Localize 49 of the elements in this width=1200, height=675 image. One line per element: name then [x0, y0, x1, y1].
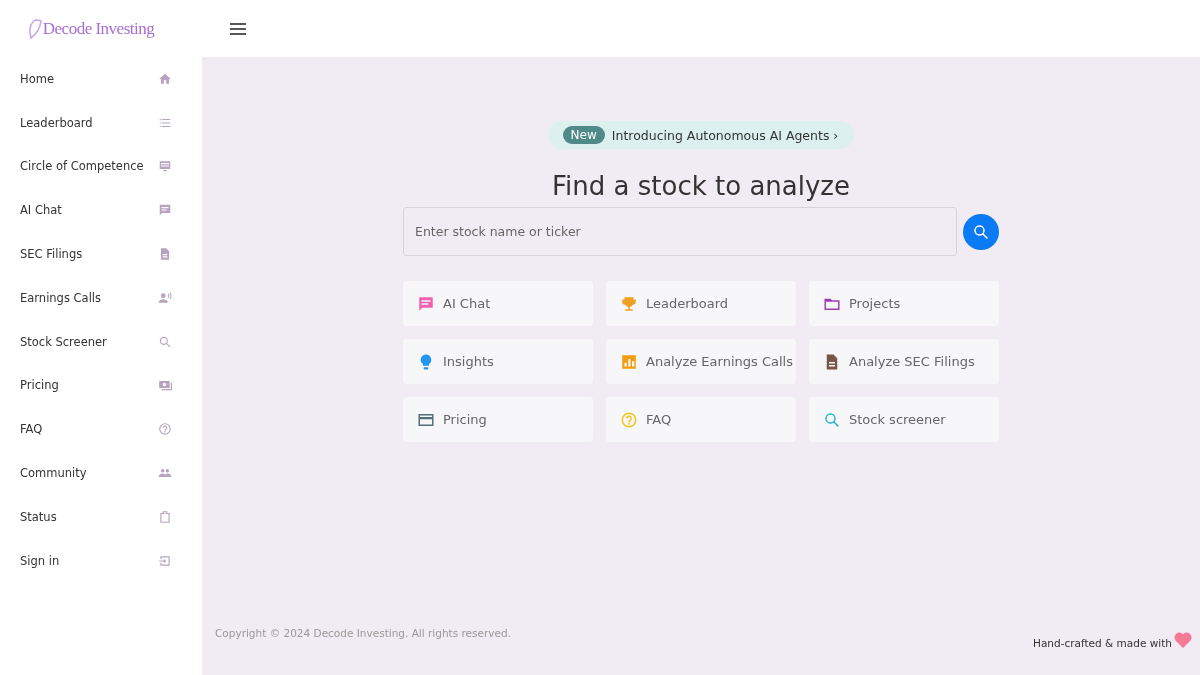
clipboard-icon	[158, 509, 172, 524]
page-heading: Find a stock to analyze	[552, 171, 850, 201]
sidebar-item[interactable]: Community	[20, 451, 172, 495]
shortcut-card[interactable]: FAQ	[606, 397, 796, 442]
new-badge: New	[562, 126, 605, 144]
chart-icon	[620, 352, 638, 371]
search-icon	[972, 222, 990, 241]
shortcut-card[interactable]: Leaderboard	[606, 281, 796, 326]
shortcut-card[interactable]: AI Chat	[403, 281, 593, 326]
speaking-person-icon	[158, 290, 172, 305]
menu-icon	[230, 22, 246, 35]
sidebar-item[interactable]: Stock Screener	[20, 319, 172, 364]
shortcut-card[interactable]: Stock screener	[809, 397, 999, 442]
heart-icon	[1174, 632, 1192, 648]
sidebar-item[interactable]: Pricing	[20, 363, 172, 408]
question-icon	[158, 422, 172, 437]
menu-button[interactable]	[228, 20, 248, 37]
logo-icon	[27, 18, 42, 39]
message-icon	[158, 159, 172, 174]
document-icon	[158, 247, 172, 262]
shortcut-card[interactable]: Pricing	[403, 397, 593, 442]
shortcut-card[interactable]: Analyze SEC Filings	[809, 339, 999, 384]
search-icon	[823, 410, 841, 429]
copyright-text: Copyright © 2024 Decode Investing. All rights reserved.	[215, 627, 511, 639]
announcement-text: Introducing Autonomous AI Agents ›	[611, 127, 839, 143]
sidebar-item[interactable]: Status	[20, 494, 172, 539]
search-icon	[158, 334, 172, 349]
stock-search-field[interactable]: Enter stock name or ticker	[403, 207, 957, 256]
sidebar-item[interactable]: AI Chat	[20, 188, 172, 233]
sidebar-item[interactable]: FAQ	[20, 407, 172, 452]
sign-in-icon	[158, 553, 172, 568]
home-icon	[158, 71, 172, 86]
money-icon	[158, 378, 172, 393]
sidebar-item[interactable]: Circle of Competence	[20, 144, 172, 189]
trophy-icon	[620, 294, 638, 313]
shortcut-card[interactable]: Analyze Earnings Calls	[606, 339, 796, 384]
sidebar-item[interactable]: Sign in	[20, 538, 172, 583]
shortcut-card[interactable]: Projects	[809, 281, 999, 326]
credit-text: Hand-crafted & made with	[1033, 637, 1172, 649]
search-button[interactable]	[963, 213, 999, 250]
announcement-link[interactable]: New Introducing Autonomous AI Agents ›	[547, 121, 855, 149]
brand-name: Decode Investing	[42, 18, 155, 39]
sidebar-item[interactable]: Home	[20, 57, 172, 101]
chat-icon	[417, 294, 435, 313]
sidebar-item[interactable]: Leaderboard	[20, 100, 172, 145]
question-icon	[620, 410, 638, 429]
sidebar-item[interactable]: Earnings Calls	[20, 276, 172, 320]
shortcut-card[interactable]: Insights	[403, 339, 593, 384]
sidebar-item[interactable]: SEC Filings	[20, 232, 172, 276]
